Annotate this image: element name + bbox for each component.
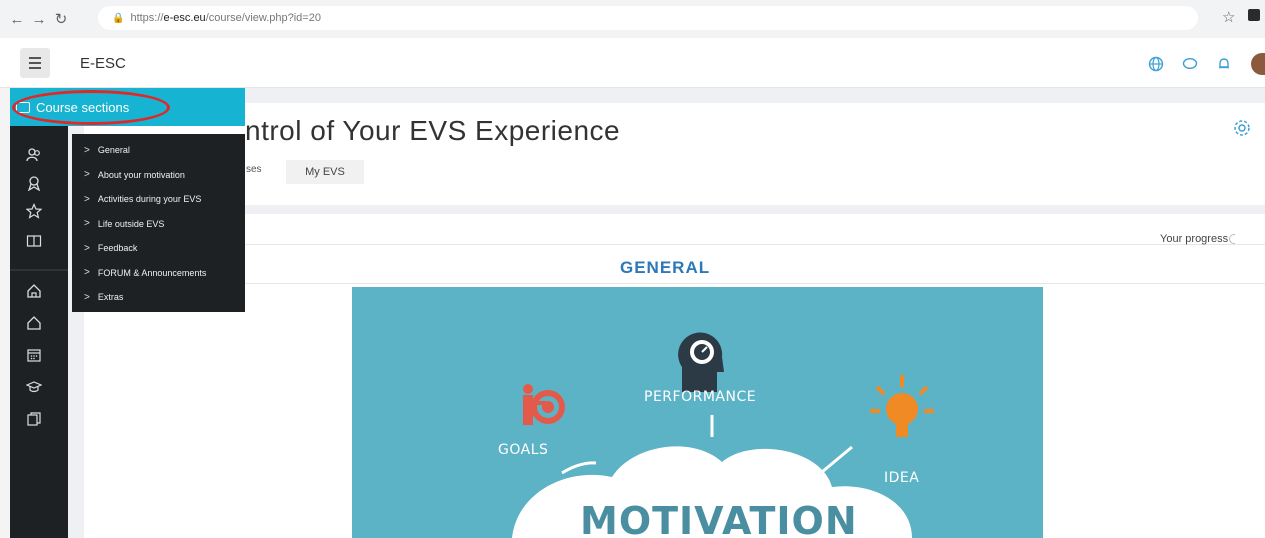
badge-icon[interactable] <box>24 173 44 193</box>
annotation-highlight-ellipse <box>12 90 170 125</box>
chevron-right-icon: > <box>84 267 90 279</box>
url-domain: e-esc.eu <box>163 12 206 24</box>
lock-icon: 🔒 <box>112 12 125 24</box>
progress-indicator: Your progress <box>1160 233 1236 245</box>
users-icon[interactable] <box>24 145 44 165</box>
section-item-activities[interactable]: > Activities during your EVS <box>72 187 245 212</box>
section-item-label: General <box>97 145 130 156</box>
notifications-bell-icon[interactable] <box>1215 55 1233 73</box>
home-icon[interactable] <box>24 281 44 301</box>
section-item-about-your-motivation[interactable]: > About your motivation <box>72 163 245 188</box>
breadcrumb-current[interactable]: My EVS <box>286 160 364 184</box>
chevron-right-icon: > <box>84 169 90 181</box>
progress-info-icon[interactable] <box>1229 234 1236 245</box>
user-avatar[interactable] <box>1251 53 1265 75</box>
section-item-life-outside-evs[interactable]: > Life outside EVS <box>72 212 245 237</box>
settings-gear-icon[interactable] <box>1232 118 1252 144</box>
section-item-label: Activities during your EVS <box>97 194 202 205</box>
progress-label: Your progress <box>1160 233 1229 245</box>
book-icon[interactable] <box>24 231 44 251</box>
section-item-label: Extras <box>97 292 124 303</box>
hamburger-line <box>29 67 41 69</box>
image-label-goals: GOALS <box>498 442 549 458</box>
image-label-idea: IDEA <box>884 470 920 486</box>
page-title: ntrol of Your EVS Experience <box>245 115 621 146</box>
forward-arrow-icon[interactable]: → <box>28 8 50 30</box>
motivation-banner-image: PERFORMANCE GOALS IDEA MOTIVATION <box>352 287 1043 538</box>
chevron-right-icon: > <box>84 218 90 230</box>
menu-toggle-button[interactable] <box>20 48 50 78</box>
idea-lightbulb-icon <box>870 375 934 437</box>
dashboard-icon[interactable] <box>24 313 44 333</box>
section-item-general[interactable]: > General <box>72 138 245 163</box>
section-item-label: Feedback <box>97 243 138 254</box>
language-globe-icon[interactable] <box>1147 55 1165 73</box>
chevron-right-icon: > <box>84 291 90 303</box>
bookmark-star-icon[interactable]: ☆ <box>1222 8 1235 26</box>
navbar-actions <box>1147 53 1265 75</box>
chevron-right-icon: > <box>84 193 90 205</box>
hamburger-line <box>29 57 41 59</box>
course-sections-menu: > General > About your motivation > Activit… <box>72 134 245 312</box>
divider <box>245 283 1265 284</box>
section-item-extras[interactable]: > Extras <box>72 285 245 310</box>
chevron-right-icon: > <box>84 242 90 254</box>
site-name[interactable]: E-ESC <box>80 55 126 72</box>
section-item-label: FORUM & Announcements <box>97 267 207 278</box>
hamburger-line <box>29 62 41 64</box>
section-item-label: About your motivation <box>97 169 185 180</box>
image-motivation-text: MOTIVATION <box>580 499 858 538</box>
messages-icon[interactable] <box>1181 55 1199 73</box>
star-icon[interactable] <box>24 201 44 221</box>
chevron-right-icon: > <box>84 144 90 156</box>
back-arrow-icon[interactable]: ← <box>6 8 28 30</box>
drawer-divider <box>10 269 68 271</box>
reload-icon[interactable]: ↻ <box>50 8 72 30</box>
section-heading: GENERAL <box>620 258 711 277</box>
graduation-cap-icon[interactable] <box>24 377 44 397</box>
section-item-feedback[interactable]: > Feedback <box>72 236 245 261</box>
goals-target-icon <box>523 384 565 425</box>
section-item-forum[interactable]: > FORUM & Announcements <box>72 261 245 286</box>
browser-toolbar: ← → ↻ 🔒 https://e-esc.eu/course/view.php… <box>0 0 1265 38</box>
url-prefix: https:// <box>130 12 164 24</box>
files-icon[interactable] <box>24 409 44 429</box>
image-label-performance: PERFORMANCE <box>644 389 757 405</box>
calendar-icon[interactable] <box>24 345 44 365</box>
top-navbar: E-ESC <box>0 38 1265 88</box>
url-path: /course/view.php?id=20 <box>205 12 321 24</box>
head-gauge-icon <box>678 332 724 392</box>
breadcrumb-item[interactable]: ses <box>246 164 262 175</box>
extension-icon[interactable] <box>1248 9 1260 21</box>
divider <box>245 244 1265 245</box>
arrow-shape <box>561 461 597 475</box>
arrow-shape <box>821 445 853 474</box>
section-item-label: Life outside EVS <box>97 218 165 229</box>
address-bar[interactable]: 🔒 https://e-esc.eu/course/view.php?id=20 <box>98 6 1198 30</box>
